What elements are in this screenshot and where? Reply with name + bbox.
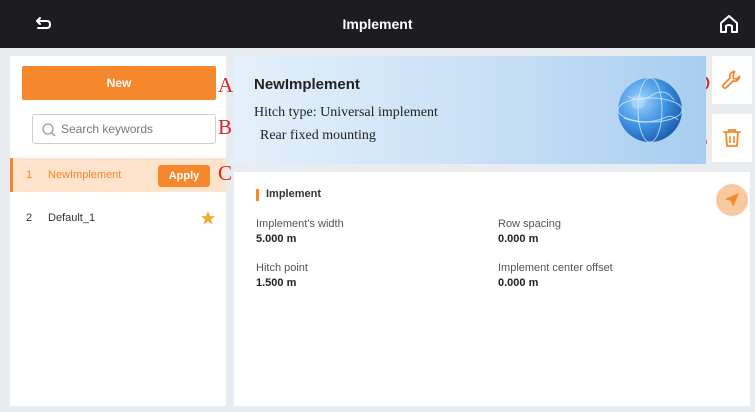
wrench-icon [722,70,741,89]
implement-details-panel: Implement Implement's width 5.000 m Row … [234,172,750,406]
implement-list-item[interactable]: 2 Default_1 [10,204,226,232]
implement-summary-banner: NewImplement Hitch type: Universal imple… [234,56,706,164]
send-icon [725,193,739,207]
annotation-label: A [218,73,234,97]
item-name: NewImplement [48,169,122,181]
home-icon[interactable] [717,12,741,36]
annotation-label: C [218,161,233,185]
search-box [32,114,216,144]
search-input[interactable] [61,119,211,139]
star-icon[interactable] [200,210,216,226]
implement-list-panel: New 1 NewImplement Apply 2 Default_1 [10,56,226,406]
top-bar: Implement [0,0,755,48]
implement-list-item[interactable]: 1 NewImplement Apply [10,158,226,192]
item-number: 1 [26,169,33,181]
field-label: Implement's width [256,218,344,230]
page-title: Implement [342,16,413,32]
delete-button[interactable] [712,114,752,162]
field-value: 0.000 m [498,233,539,245]
hitch-type: Hitch type: Universal implement [254,105,438,120]
field-value: 5.000 m [256,233,297,245]
section-title: Implement [266,188,322,200]
annotation-label: B [218,115,233,139]
field-label: Hitch point [256,262,308,274]
apply-button[interactable]: Apply [158,165,210,187]
send-button[interactable] [716,184,748,216]
new-implement-button[interactable]: New [22,66,216,100]
section-marker [256,189,259,201]
field-value: 1.500 m [256,277,297,289]
field-label: Row spacing [498,218,561,230]
search-icon [42,123,56,137]
item-number: 2 [26,212,33,224]
globe-icon [617,77,683,143]
implement-name: NewImplement [254,76,360,93]
mounting-type: Rear fixed mounting [260,128,376,143]
field-value: 0.000 m [498,277,539,289]
trash-icon [723,129,741,147]
item-name: Default_1 [48,212,96,224]
edit-button[interactable] [712,56,752,104]
field-label: Implement center offset [498,262,613,274]
